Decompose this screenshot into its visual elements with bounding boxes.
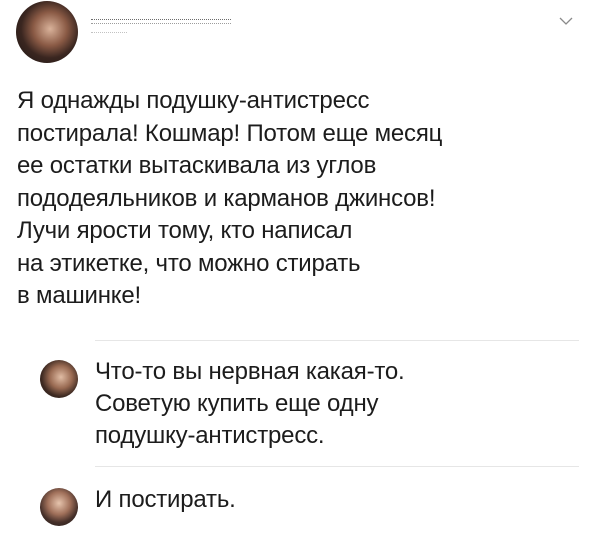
post-header: [0, 0, 589, 80]
post-text: Я однажды подушку-антистресс постирала! …: [17, 87, 443, 309]
commenter-avatar[interactable]: [40, 360, 78, 398]
author-name-blurred: [91, 19, 231, 24]
commenter-avatar[interactable]: [40, 488, 78, 526]
comment-text: Что-то вы нервная какая-то. Советую купи…: [95, 358, 405, 449]
author-avatar[interactable]: [16, 1, 78, 63]
comment-divider: [95, 466, 579, 467]
chevron-down-icon: [559, 17, 573, 25]
author-name[interactable]: [91, 14, 231, 26]
comment-text: И постирать.: [95, 486, 236, 513]
post-menu-button[interactable]: [558, 14, 574, 26]
post-timestamp: [91, 32, 127, 36]
comment-divider: [95, 340, 579, 341]
